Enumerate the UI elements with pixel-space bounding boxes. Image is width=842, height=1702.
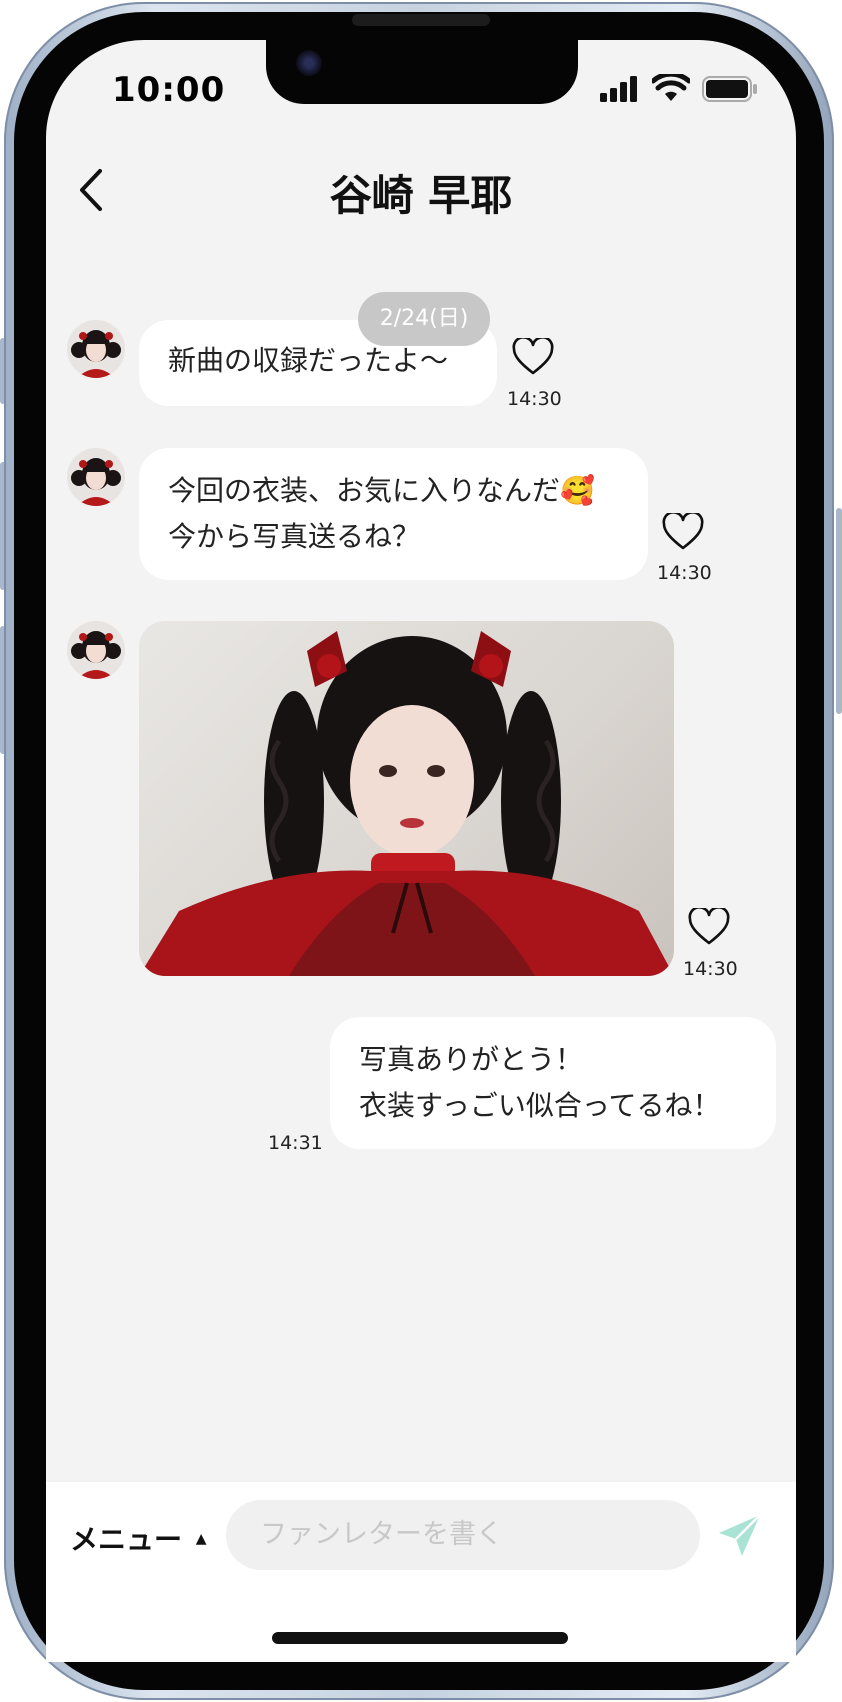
cellular-signal-icon	[600, 76, 637, 102]
status-time: 10:00	[112, 70, 226, 110]
message-text: 新曲の収録だったよ〜	[168, 344, 449, 377]
menu-label: メニュー	[70, 1523, 183, 1556]
message-bubble: 今回の衣装、お気に入りなんだ🥰 今から写真送るね？	[139, 448, 648, 580]
heart-icon[interactable]	[512, 338, 554, 376]
send-icon[interactable]	[716, 1512, 764, 1560]
portrait-photo-image	[139, 631, 674, 976]
message-time: 14:30	[507, 388, 562, 410]
heart-icon[interactable]	[688, 908, 730, 946]
avatar-portrait	[67, 320, 125, 378]
front-camera	[296, 50, 322, 76]
sender-avatar[interactable]	[67, 320, 125, 378]
message-text-line: 写真ありがとう！	[359, 1043, 584, 1076]
my-message-bubble: 写真ありがとう！ 衣装すっごい似合ってるね！	[330, 1017, 776, 1149]
message-text-line: 今から写真送るね？	[168, 520, 421, 553]
message-text-line: 衣装すっごい似合ってるね！	[359, 1089, 721, 1122]
message-time: 14:30	[683, 958, 738, 980]
home-indicator	[272, 1632, 568, 1644]
battery-icon	[702, 76, 757, 102]
menu-button[interactable]: メニュー ▲	[70, 1518, 207, 1558]
message-text-line: 今回の衣装、お気に入りなんだ🥰	[168, 474, 595, 507]
wifi-icon	[652, 74, 690, 101]
sender-avatar[interactable]	[67, 448, 125, 506]
avatar-portrait	[67, 621, 125, 679]
avatar-portrait	[67, 448, 125, 506]
power-button	[836, 508, 842, 714]
fan-letter-input[interactable]: ファンレターを書く	[226, 1500, 700, 1570]
date-separator: 2/24(日)	[358, 292, 490, 346]
sender-avatar[interactable]	[67, 621, 125, 679]
message-time: 14:31	[268, 1132, 323, 1154]
earpiece-speaker	[352, 14, 490, 26]
message-time: 14:30	[657, 562, 712, 584]
photo-message[interactable]	[139, 621, 674, 976]
menu-arrow-icon: ▲	[195, 1531, 207, 1547]
chat-title: 谷崎 早耶	[329, 171, 513, 220]
heart-icon[interactable]	[662, 513, 704, 551]
